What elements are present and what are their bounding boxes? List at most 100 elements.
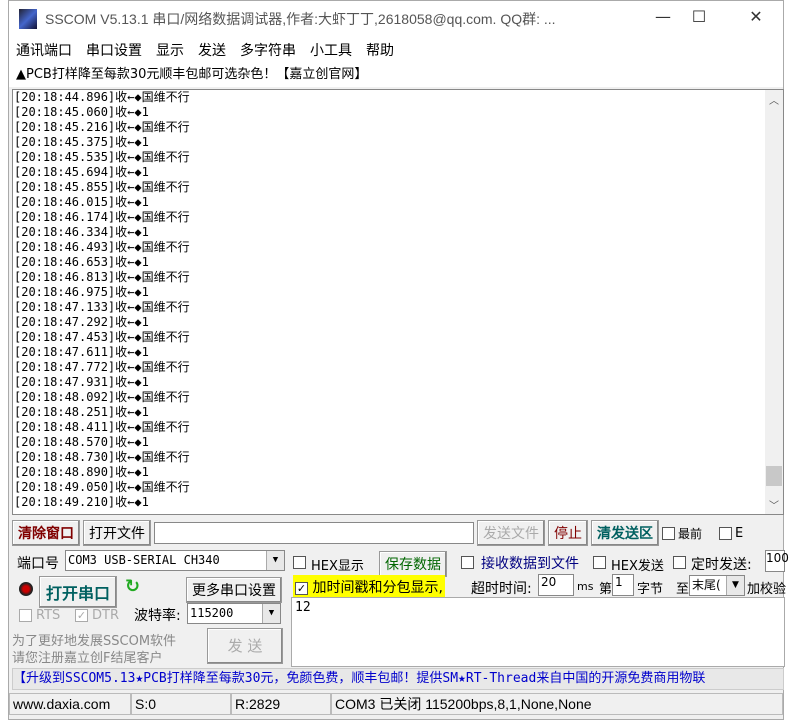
marquee-text: 【升级到SSCOM5.13★PCB打样降至每款30元，免颜色费，顺丰包邮！提供S… bbox=[13, 671, 706, 686]
timestamp-checkbox[interactable]: ✓ bbox=[295, 581, 308, 595]
log-line: [20:18:47.453]收←◆国维不行 bbox=[14, 330, 783, 345]
receive-to-file-checkbox[interactable] bbox=[461, 556, 474, 569]
log-message: 1 bbox=[141, 285, 149, 299]
log-timestamp: [20:18:45.535]收←◆ bbox=[14, 150, 142, 164]
title-bar: SSCOM V5.13.1 串口/网络数据调试器,作者:大虾丁丁,2618058… bbox=[9, 1, 783, 37]
log-line: [20:18:47.611]收←◆1 bbox=[14, 345, 783, 360]
log-line: [20:18:48.730]收←◆国维不行 bbox=[14, 450, 783, 465]
promo-line-2: 请您注册嘉立创F结尾客户 bbox=[12, 651, 163, 666]
log-timestamp: [20:18:49.050]收←◆ bbox=[14, 480, 142, 494]
log-timestamp: [20:18:47.133]收←◆ bbox=[14, 300, 142, 314]
baud-select[interactable]: 115200 ▼ bbox=[187, 603, 281, 624]
menu-item[interactable]: 发送 bbox=[198, 40, 226, 60]
byte-index-input[interactable]: 1 bbox=[612, 574, 634, 596]
e-label: E bbox=[735, 525, 744, 541]
log-line: [20:18:48.890]收←◆1 bbox=[14, 465, 783, 480]
log-message: 国维不行 bbox=[141, 360, 190, 374]
clear-window-button[interactable]: 清除窗口 bbox=[12, 520, 80, 546]
menu-item[interactable]: 小工具 bbox=[310, 40, 352, 60]
log-timestamp: [20:18:48.570]收←◆ bbox=[14, 435, 142, 449]
log-line: [20:18:46.334]收←◆1 bbox=[14, 225, 783, 240]
status-website[interactable]: www.daxia.com bbox=[9, 693, 131, 715]
log-message: 国维不行 bbox=[141, 420, 190, 434]
menu-item[interactable]: 显示 bbox=[156, 40, 184, 60]
file-path-input[interactable] bbox=[154, 522, 474, 544]
topmost-checkbox[interactable] bbox=[662, 526, 675, 540]
menu-item[interactable]: 串口设置 bbox=[86, 40, 142, 60]
log-timestamp: [20:18:45.375]收←◆ bbox=[14, 135, 142, 149]
log-line: [20:18:44.896]收←◆国维不行 bbox=[14, 90, 783, 105]
log-timestamp: [20:18:45.855]收←◆ bbox=[14, 180, 142, 194]
log-line: [20:18:48.251]收←◆1 bbox=[14, 405, 783, 420]
log-timestamp: [20:18:46.174]收←◆ bbox=[14, 210, 142, 224]
close-button[interactable]: ✕ bbox=[736, 7, 776, 26]
receive-log[interactable]: [20:18:44.896]收←◆国维不行 [20:18:45.060]收←◆1[… bbox=[12, 89, 784, 515]
receive-to-file-label: 接收数据到文件 bbox=[481, 556, 579, 572]
log-line: [20:18:48.411]收←◆国维不行 bbox=[14, 420, 783, 435]
topmost-label: 最前 bbox=[678, 526, 703, 541]
timestamp-option[interactable]: ✓ 加时间戳和分包显示, bbox=[293, 575, 445, 599]
checksum-range-value: 末尾( bbox=[692, 578, 721, 592]
log-line: [20:18:45.375]收←◆1 bbox=[14, 135, 783, 150]
clear-send-button[interactable]: 清发送区 bbox=[591, 520, 659, 546]
log-line: [20:18:47.133]收←◆国维不行 bbox=[14, 300, 783, 315]
log-timestamp: [20:18:47.772]收←◆ bbox=[14, 360, 142, 374]
log-timestamp: [20:18:48.092]收←◆ bbox=[14, 390, 142, 404]
log-timestamp: [20:18:49.210]收←◆ bbox=[14, 495, 142, 509]
chevron-down-icon: ▼ bbox=[266, 551, 284, 570]
timestamp-label: 加时间戳和分包显示, bbox=[312, 580, 443, 596]
stop-button[interactable]: 停止 bbox=[548, 520, 588, 546]
hex-send-checkbox[interactable] bbox=[593, 556, 606, 569]
menu-item[interactable]: 通讯端口 bbox=[16, 40, 72, 60]
baud-value: 115200 bbox=[190, 606, 234, 620]
save-data-button[interactable]: 保存数据 bbox=[379, 551, 447, 577]
timed-interval-input[interactable]: 100 bbox=[765, 550, 789, 572]
send-button[interactable]: 发 送 bbox=[207, 628, 283, 664]
log-message: 1 bbox=[141, 375, 149, 389]
log-line: [20:18:46.813]收←◆国维不行 bbox=[14, 270, 783, 285]
log-line: [20:18:46.653]收←◆1 bbox=[14, 255, 783, 270]
ad-link[interactable]: ▲PCB打样降至每款30元顺丰包邮可选杂色！【嘉立创官网】 bbox=[9, 63, 783, 87]
refresh-icon[interactable]: ↻ bbox=[125, 576, 140, 597]
scroll-thumb[interactable] bbox=[766, 466, 782, 486]
log-timestamp: [20:18:47.611]收←◆ bbox=[14, 345, 142, 359]
maximize-button[interactable]: ☐ bbox=[679, 7, 719, 26]
log-message: 1 bbox=[141, 465, 149, 479]
rts-checkbox[interactable] bbox=[19, 609, 32, 622]
timeout-input[interactable]: 20 bbox=[538, 574, 574, 596]
log-timestamp: [20:18:46.813]收←◆ bbox=[14, 270, 142, 284]
to-label: 至 bbox=[676, 582, 690, 597]
port-select[interactable]: COM3 USB-SERIAL CH340 ▼ bbox=[65, 550, 285, 571]
port-status-led-icon bbox=[19, 582, 33, 596]
vertical-scrollbar[interactable]: ︿ ﹀ bbox=[765, 90, 783, 514]
log-timestamp: [20:18:47.453]收←◆ bbox=[14, 330, 142, 344]
minimize-button[interactable]: — bbox=[643, 7, 683, 26]
send-file-button[interactable]: 发送文件 bbox=[477, 520, 545, 546]
more-settings-button[interactable]: 更多串口设置 bbox=[186, 577, 282, 603]
checksum-range-select[interactable]: 末尾(▼ bbox=[689, 575, 745, 596]
log-timestamp: [20:18:47.292]收←◆ bbox=[14, 315, 142, 329]
marquee-ad[interactable]: 【升级到SSCOM5.13★PCB打样降至每款30元，免颜色费，顺丰包邮！提供S… bbox=[12, 668, 784, 690]
hex-display-checkbox[interactable] bbox=[293, 556, 306, 569]
log-line: [20:18:45.535]收←◆国维不行 bbox=[14, 150, 783, 165]
open-port-button[interactable]: 打开串口 bbox=[39, 576, 118, 608]
menu-item[interactable]: 多字符串 bbox=[240, 40, 296, 60]
open-file-button[interactable]: 打开文件 bbox=[83, 520, 151, 546]
timed-send-checkbox[interactable] bbox=[673, 556, 686, 569]
log-line: [20:18:46.975]收←◆1 bbox=[14, 285, 783, 300]
log-message: 国维不行 bbox=[141, 270, 190, 284]
port-panel: 端口号 COM3 USB-SERIAL CH340 ▼ 打开串口 ↻ 更多串口设置… bbox=[9, 548, 287, 668]
ms-label: ms bbox=[577, 580, 594, 593]
scroll-up-icon[interactable]: ︿ bbox=[765, 92, 783, 107]
dtr-checkbox[interactable]: ✓ bbox=[75, 609, 88, 622]
log-line: [20:18:48.570]收←◆1 bbox=[14, 435, 783, 450]
scroll-down-icon[interactable]: ﹀ bbox=[765, 497, 783, 512]
timeout-label: 超时时间: bbox=[471, 581, 532, 597]
log-timestamp: [20:18:45.216]收←◆ bbox=[14, 120, 142, 134]
e-checkbox[interactable] bbox=[719, 526, 733, 540]
menu-item[interactable]: 帮助 bbox=[366, 40, 394, 60]
app-icon bbox=[19, 9, 37, 29]
dtr-label: DTR bbox=[92, 608, 119, 623]
send-textarea[interactable]: 12 bbox=[291, 597, 785, 667]
options-panel: HEX显示 保存数据 接收数据到文件 HEX发送 定时发送: 100 ✓ 加时间… bbox=[289, 548, 789, 668]
